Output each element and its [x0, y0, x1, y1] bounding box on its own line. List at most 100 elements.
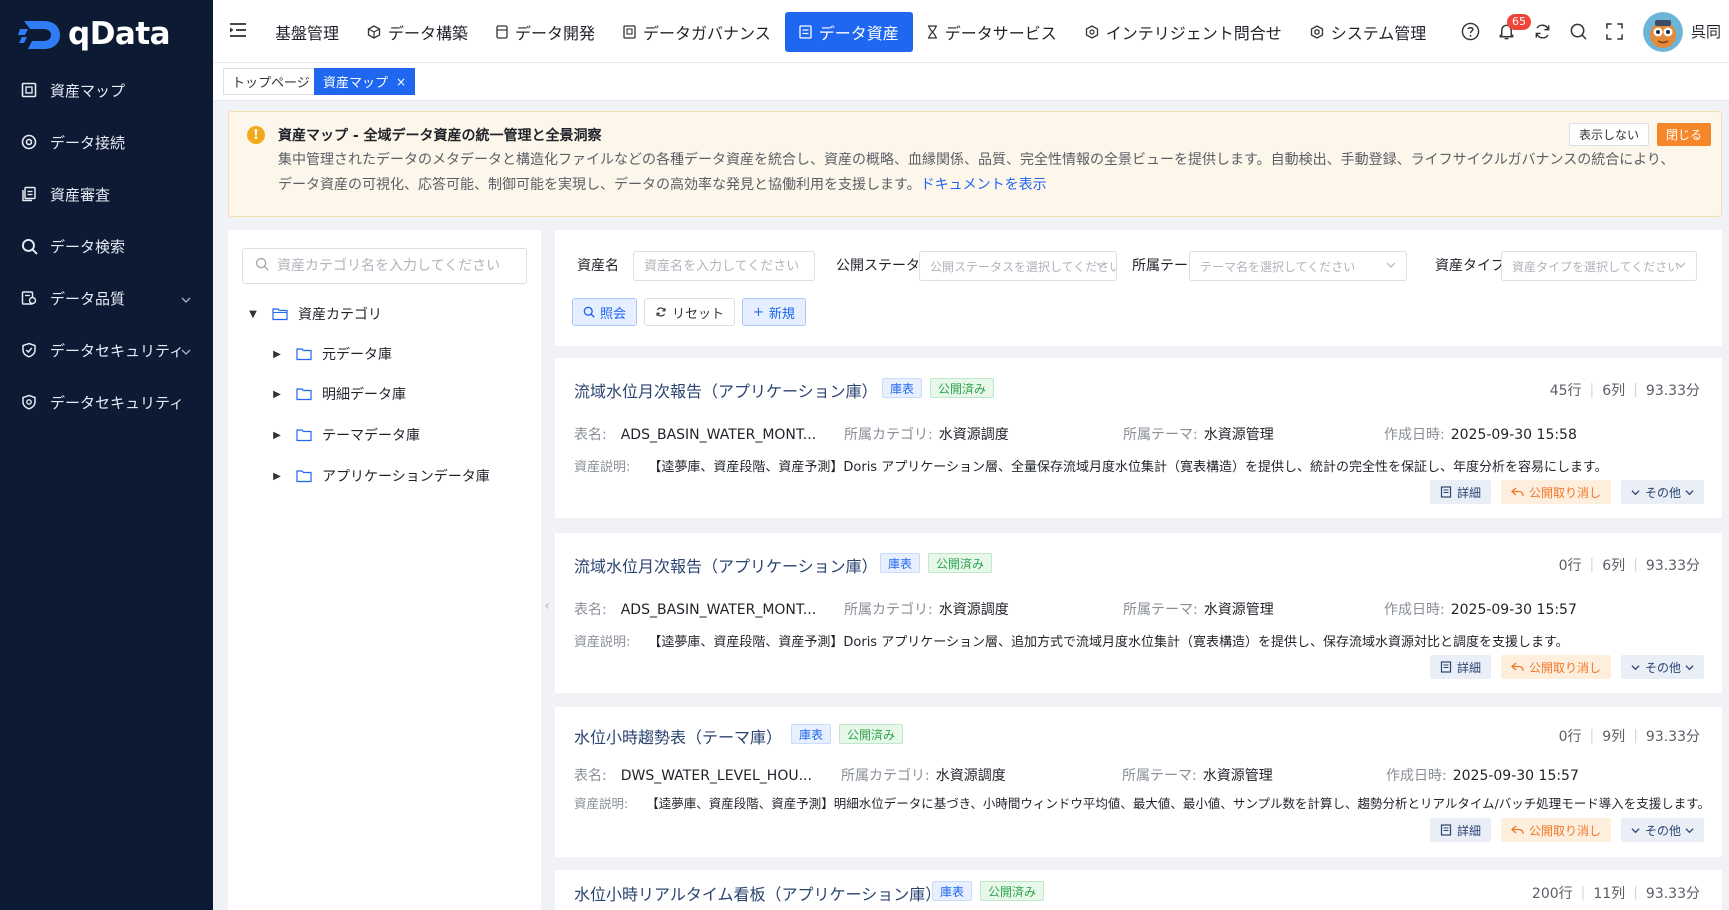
type-tag: 庫表: [932, 881, 973, 901]
undo-icon: [1510, 824, 1524, 836]
close-notice-button[interactable]: 閉じる: [1656, 123, 1711, 146]
more-button[interactable]: その他: [1620, 480, 1704, 504]
topnav-data-service[interactable]: データサービス: [913, 12, 1071, 52]
meta-value: 水資源調度: [935, 768, 1006, 784]
topnav-data-assets[interactable]: データ資産: [784, 12, 913, 52]
asset-type-select[interactable]: 資産タイプを選択してください: [1501, 251, 1697, 281]
chevron-down-icon: [1631, 826, 1640, 835]
topnav-data-governance[interactable]: データガバナンス: [609, 12, 785, 52]
help-icon[interactable]: [1453, 14, 1489, 50]
caret-right-icon[interactable]: ▶: [270, 349, 284, 360]
type-tag: 庫表: [791, 724, 832, 744]
asset-title[interactable]: 水位小時趨勢表（テーマ庫）: [574, 724, 782, 748]
caret-right-icon[interactable]: ▶: [270, 471, 284, 482]
tree-node-detail[interactable]: ▶ 明細データ庫: [270, 380, 406, 408]
info-icon: !: [247, 126, 265, 144]
query-button[interactable]: 照会: [572, 298, 638, 326]
user-name[interactable]: 呉同: [1691, 21, 1721, 42]
topnav-intelligent-query[interactable]: インテリジェント問合せ: [1071, 12, 1296, 52]
more-button[interactable]: その他: [1620, 818, 1704, 842]
reset-button[interactable]: リセット: [644, 298, 736, 326]
avatar[interactable]: [1642, 11, 1683, 52]
caret-right-icon[interactable]: ▶: [270, 430, 284, 441]
table-name: 表名: ADS_BASIN_WATER_MONT...: [574, 599, 816, 619]
detail-button[interactable]: 詳細: [1429, 655, 1491, 679]
asset-title[interactable]: 流域水位月次報告（アプリケーション庫）: [574, 553, 878, 577]
dont-show-button[interactable]: 表示しない: [1568, 123, 1649, 146]
button-label: その他: [1644, 660, 1681, 675]
unpublish-button[interactable]: 公開取り消し: [1500, 655, 1611, 679]
tree-node-root[interactable]: ▼ 資産カテゴリ: [246, 300, 382, 328]
meta-value: 2025-09-30 15:57: [1450, 602, 1577, 618]
undo-icon: [1510, 486, 1524, 498]
meta-key: 資産説明:: [574, 796, 629, 811]
unpublish-button[interactable]: 公開取り消し: [1500, 818, 1611, 842]
tree-node-source[interactable]: ▶ 元データ庫: [270, 340, 392, 368]
new-button[interactable]: + 新規: [742, 298, 806, 326]
publish-status-select[interactable]: 公開ステータスを選択してください: [919, 251, 1117, 281]
tree-node-theme[interactable]: ▶ テーマデータ庫: [270, 421, 420, 449]
tree-node-application[interactable]: ▶ アプリケーションデータ庫: [270, 462, 490, 490]
search-icon[interactable]: [1561, 14, 1597, 50]
sidebar-item-data-quality[interactable]: データ品質: [0, 275, 213, 321]
meta-value: ADS_BASIN_WATER_MONT...: [620, 602, 817, 618]
theme: 所属テーマ: 水資源管理: [1122, 765, 1273, 785]
topnav-data-development[interactable]: データ開発: [482, 12, 609, 52]
chevron-down-icon: [1685, 488, 1694, 497]
menu-fold-icon[interactable]: [229, 22, 247, 42]
topnav-system-management[interactable]: システム管理: [1296, 12, 1441, 52]
sidebar-item-data-security[interactable]: データセキュリティ: [0, 327, 213, 373]
sidebar-item-label: 資産マップ: [50, 81, 126, 100]
close-icon[interactable]: ×: [396, 75, 406, 89]
topnav-platform-management[interactable]: 基盤管理: [261, 12, 353, 52]
sidebar-item-data-connection[interactable]: データ接続: [0, 119, 213, 165]
asset-title[interactable]: 流域水位月次報告（アプリケーション庫）: [574, 378, 878, 402]
asset-card[interactable]: 流域水位月次報告（アプリケーション庫） 庫表 公開済み 45行 | 6列 | 93.…: [555, 358, 1722, 518]
shield-icon: [20, 341, 38, 359]
asset-map-icon: [20, 81, 38, 99]
tab-asset-map[interactable]: 資産マップ ×: [314, 68, 416, 95]
asset-title[interactable]: 水位小時リアルタイム看板（アプリケーション庫）: [574, 881, 941, 905]
fullscreen-icon[interactable]: [1597, 14, 1633, 50]
meta-key: 作成日時:: [1386, 768, 1447, 784]
refresh-icon[interactable]: [1525, 14, 1561, 50]
view-document-link[interactable]: ドキュメントを表示: [921, 177, 1047, 193]
qdata-logo-icon: [18, 15, 64, 53]
sidebar-item-data-search[interactable]: データ検索: [0, 223, 213, 269]
caret-right-icon[interactable]: ▶: [270, 389, 284, 400]
topnav-data-construction[interactable]: データ構築: [353, 12, 482, 52]
panel-collapse-handle[interactable]: ‹: [541, 594, 553, 618]
asset-card[interactable]: 流域水位月次報告（アプリケーション庫） 庫表 公開済み 0行 | 6列 | 93.3…: [555, 533, 1722, 693]
asset-description: 資産説明: 【逵夢庫、資産段階、資産予測】Doris アプリケーション層、追加方式…: [574, 631, 1569, 650]
category-search-input[interactable]: [277, 258, 517, 274]
button-label: 照会: [600, 306, 627, 322]
theme-select[interactable]: テーマ名を選択してください: [1189, 251, 1407, 281]
table-name: 表名: ADS_BASIN_WATER_MONT...: [574, 424, 816, 444]
asset-type-label: 資産タイプ: [1435, 258, 1505, 274]
tab-home[interactable]: トップページ: [223, 68, 319, 95]
sidebar-item-data-security-2[interactable]: データセキュリティ: [0, 379, 213, 425]
tree-node-label: アプリケーションデータ庫: [322, 469, 490, 485]
button-label: 詳細: [1456, 660, 1481, 675]
quality-score: 93.33分: [1645, 886, 1700, 902]
caret-down-icon[interactable]: ▼: [246, 309, 260, 320]
notification-bell-icon[interactable]: 65: [1489, 13, 1531, 50]
unpublish-button[interactable]: 公開取り消し: [1500, 480, 1611, 504]
more-button[interactable]: その他: [1620, 655, 1704, 679]
tree-node-label: 明細データ庫: [322, 387, 406, 403]
sidebar-item-asset-review[interactable]: 資産審査: [0, 171, 213, 217]
asset-card[interactable]: 水位小時趨勢表（テーマ庫） 庫表 公開済み 0行 | 9列 | 93.33分 表名:…: [555, 707, 1722, 857]
asset-name-input[interactable]: [644, 258, 814, 274]
logo[interactable]: qData: [18, 14, 171, 54]
sidebar-item-asset-map[interactable]: 資産マップ: [0, 67, 213, 113]
meta-value: 2025-09-30 15:58: [1450, 427, 1577, 443]
detail-button[interactable]: 詳細: [1429, 480, 1491, 504]
topnav-label: データ構築: [388, 24, 469, 43]
chevron-down-icon: [1631, 488, 1640, 497]
meta-key: 所属テーマ:: [1122, 768, 1197, 784]
type-tag: 庫表: [880, 553, 921, 573]
chevron-down-icon: [1676, 259, 1686, 274]
asset-card[interactable]: 水位小時リアルタイム看板（アプリケーション庫） 庫表 公開済み 200行 | 11…: [555, 870, 1722, 910]
detail-button[interactable]: 詳細: [1429, 818, 1491, 842]
meta-value: 【逵夢庫、資産段階、資産予測】明細水位データに基づき、小時間ウィンドウ平均値、最…: [646, 796, 1711, 811]
